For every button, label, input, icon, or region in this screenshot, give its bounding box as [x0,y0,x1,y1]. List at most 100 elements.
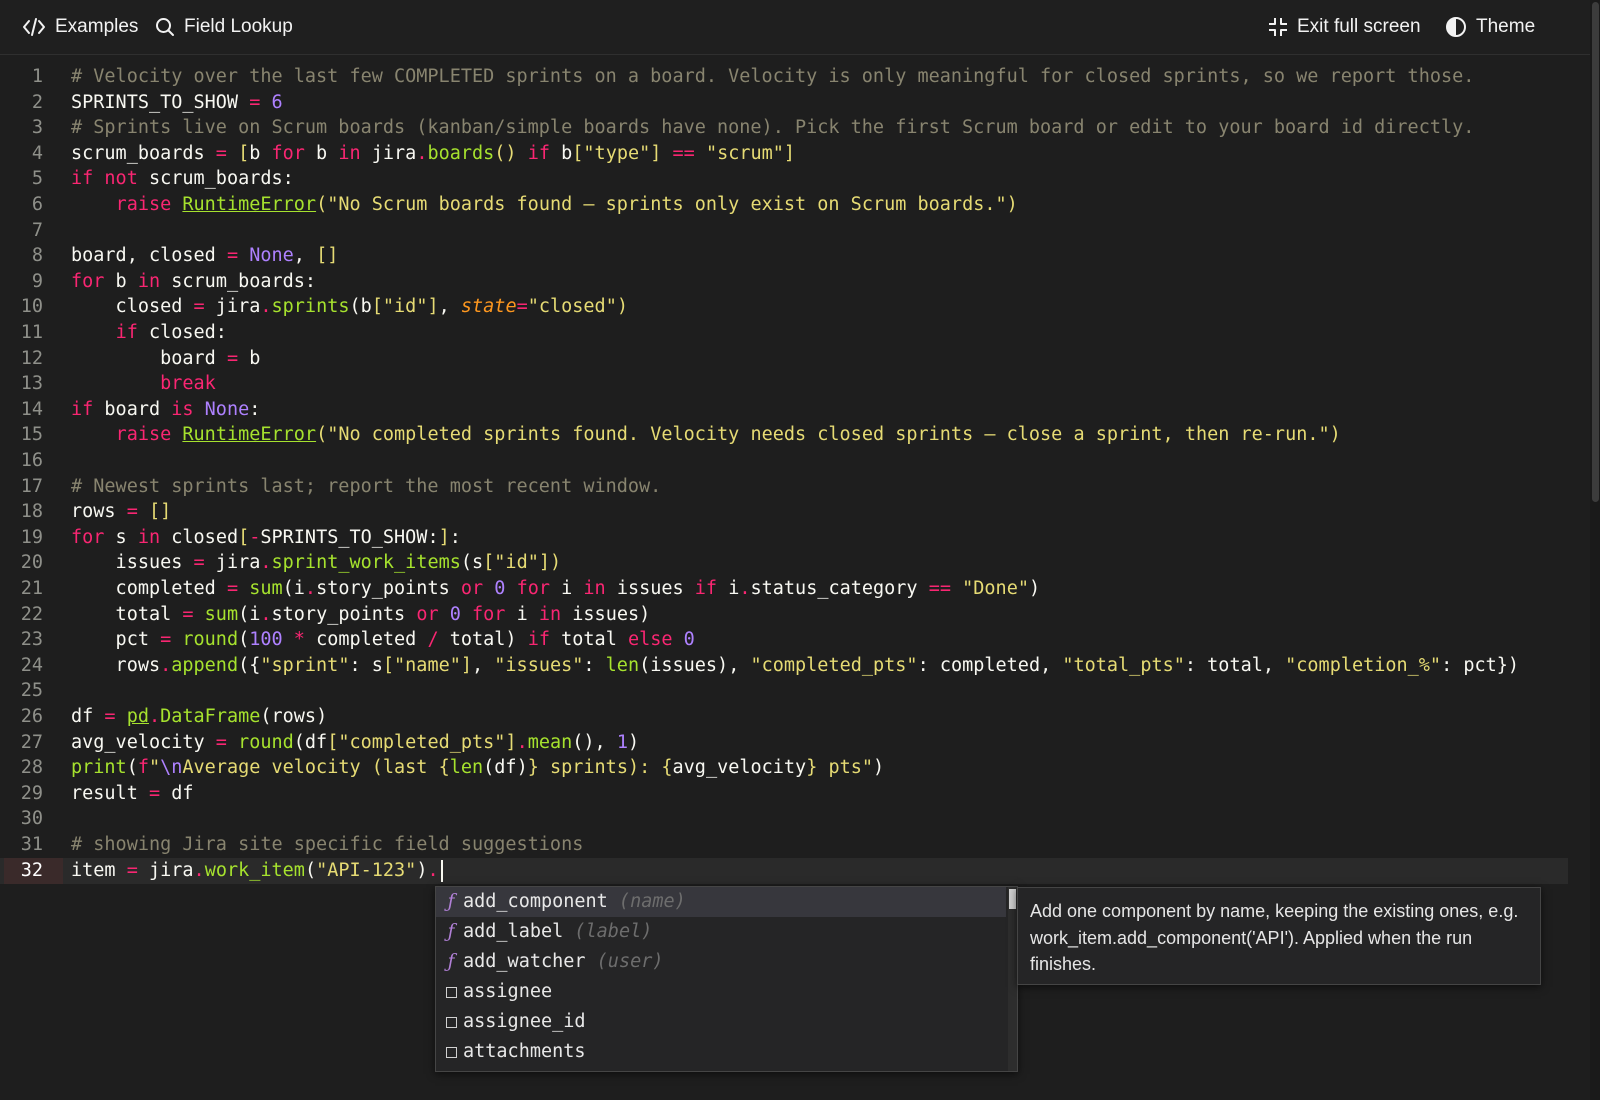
code-line[interactable]: 14 if board is None: [0,397,1568,423]
autocomplete-item-label: attachments [463,1041,586,1062]
theme-icon [1446,17,1466,37]
code-line[interactable]: 26 df = pd.DataFrame(rows) [0,704,1568,730]
exit-fullscreen-button[interactable]: Exit full screen [1268,0,1421,54]
autocomplete-item-assignee-id[interactable]: assignee_id [436,1007,1006,1037]
code-line[interactable]: 24 rows.append({"sprint": s["name"], "is… [0,653,1568,679]
line-number: 11 [20,322,43,343]
code-line[interactable]: 28 print(f"\nAverage velocity (last {len(… [0,755,1568,781]
code-line[interactable]: 30 [0,806,1568,832]
search-icon [156,18,174,36]
code-text: result = df [71,782,194,804]
code-text: closed = jira.sprints(b["id"], state="cl… [71,296,628,318]
line-number: 8 [31,245,43,267]
editor-scrollbar[interactable] [1590,0,1600,1100]
code-line[interactable]: 15 raise RuntimeError("No completed spri… [0,422,1568,448]
line-number: 7 [31,219,43,241]
line-number: 28 [20,757,43,779]
field-lookup-button[interactable]: Field Lookup [155,0,293,54]
code-line[interactable]: 5 if not scrum_boards: [0,166,1568,192]
line-number: 16 [20,450,43,471]
code-line[interactable]: 6 raise RuntimeError("No Scrum boards fo… [0,192,1568,218]
code-line[interactable]: 13 break [0,371,1568,397]
line-number: 1 [31,66,43,87]
line-number: 10 [20,296,43,318]
code-text: df = pd.DataFrame(rows) [71,706,328,727]
autocomplete-doc-text: Add one component by name, keeping the e… [1030,901,1519,974]
exit-fullscreen-label: Exit full screen [1297,16,1421,37]
autocomplete-doc-popup: Add one component by name, keeping the e… [1017,887,1541,985]
theme-button[interactable]: Theme [1445,0,1535,54]
exit-fullscreen-icon [1269,18,1287,36]
code-line[interactable]: 18 rows = [] [0,499,1568,525]
line-number: 30 [20,808,43,830]
editor-toolbar: Examples Field Lookup Exit full screen T… [0,0,1590,55]
line-number: 26 [20,706,43,727]
line-number: 31 [20,834,43,855]
code-line[interactable]: 4 scrum_boards = [b for b in jira.boards(… [0,141,1568,167]
autocomplete-item-add-label[interactable]: ƒ add_label (label) [436,917,1006,947]
code-text: rows.append({"sprint": s["name"], "issue… [71,654,1520,676]
code-line[interactable]: 10 closed = jira.sprints(b["id"], state=… [0,294,1568,320]
code-text: board = b [71,347,261,369]
code-text: # Velocity over the last few COMPLETED s… [71,66,1475,87]
function-icon: ƒ [447,951,455,972]
code-line[interactable]: 2 SPRINTS_TO_SHOW = 6 [0,90,1568,116]
examples-label: Examples [55,16,139,37]
line-number: 6 [31,194,43,215]
code-line[interactable]: 31 # showing Jira site specific field sug… [0,832,1568,858]
code-icon [23,18,45,36]
examples-button[interactable]: Examples [22,0,138,54]
line-number: 24 [20,654,43,676]
autocomplete-item-assignee[interactable]: assignee [436,977,1006,1007]
line-number: 18 [20,501,43,523]
code-line[interactable]: 20 issues = jira.sprint_work_items(s["id… [0,550,1568,576]
line-number: 12 [20,347,43,369]
autocomplete-item-add-watcher[interactable]: ƒ add_watcher (user) [436,947,1006,977]
code-line[interactable]: 12 board = b [0,346,1568,372]
code-line[interactable]: 16 [0,448,1568,474]
autocomplete-item-signature: (label) [563,921,653,942]
code-line[interactable]: 9 for b in scrum_boards: [0,269,1568,295]
autocomplete-scrollbar-thumb[interactable] [1009,889,1016,909]
code-line[interactable]: 7 [0,218,1568,244]
line-number: 25 [20,680,43,702]
autocomplete-item-attachments[interactable]: attachments [436,1037,1006,1067]
code-line[interactable]: 22 total = sum(i.story_points or 0 for i… [0,602,1568,628]
code-line[interactable]: 19 for s in closed[-SPRINTS_TO_SHOW:]: [0,525,1568,551]
code-text: if board is None: [71,398,261,420]
code-text: board, closed = None, [] [71,245,339,267]
code-line[interactable]: 25 [0,678,1568,704]
code-line[interactable]: 27 avg_velocity = round(df["completed_pts… [0,730,1568,756]
autocomplete-item-signature: (name) [607,891,686,912]
code-text: # Sprints live on Scrum boards (kanban/s… [71,117,1475,139]
code-text: SPRINTS_TO_SHOW = 6 [71,91,283,113]
line-number: 21 [20,578,43,599]
editor-scrollbar-thumb[interactable] [1592,2,1599,502]
code-text: item = jira.work_item("API-123"). [71,858,443,884]
line-number: 13 [20,373,43,395]
code-line[interactable]: 17 # Newest sprints last; report the most… [0,474,1568,500]
code-line[interactable]: 32 item = jira.work_item("API-123"). [0,857,1568,884]
property-icon [442,1007,460,1037]
code-text: rows = [] [71,501,172,523]
autocomplete-list[interactable]: attachments assignee_id assignee ƒ add_watch… [435,886,1018,1072]
field-lookup-label: Field Lookup [184,16,293,37]
function-icon: ƒ [447,921,455,942]
autocomplete-item-add-component[interactable]: ƒ add_component (name) [436,887,1006,917]
code-line[interactable]: 3 # Sprints live on Scrum boards (kanban/… [0,115,1568,141]
code-text: raise RuntimeError("No completed sprints… [115,424,1341,446]
property-icon [442,1037,460,1067]
code-line[interactable]: 21 completed = sum(i.story_points or 0 f… [0,576,1568,602]
code-line[interactable]: 1 # Velocity over the last few COMPLETED … [0,64,1568,90]
code-line[interactable]: 8 board, closed = None, [] [0,243,1568,269]
code-line[interactable]: 29 result = df [0,781,1568,807]
code-text: # Newest sprints last; report the most r… [71,475,662,497]
code-line[interactable]: 11 if closed: [0,320,1568,346]
code-text: for b in scrum_boards: [71,270,317,292]
code-line[interactable]: 23 pct = round(100 * completed / total) … [0,627,1568,653]
code-text: if closed: [115,322,227,343]
autocomplete-scrollbar[interactable] [1008,887,1017,1071]
line-number: 29 [20,782,43,804]
line-number: 9 [31,270,43,292]
line-number: 22 [20,603,43,625]
